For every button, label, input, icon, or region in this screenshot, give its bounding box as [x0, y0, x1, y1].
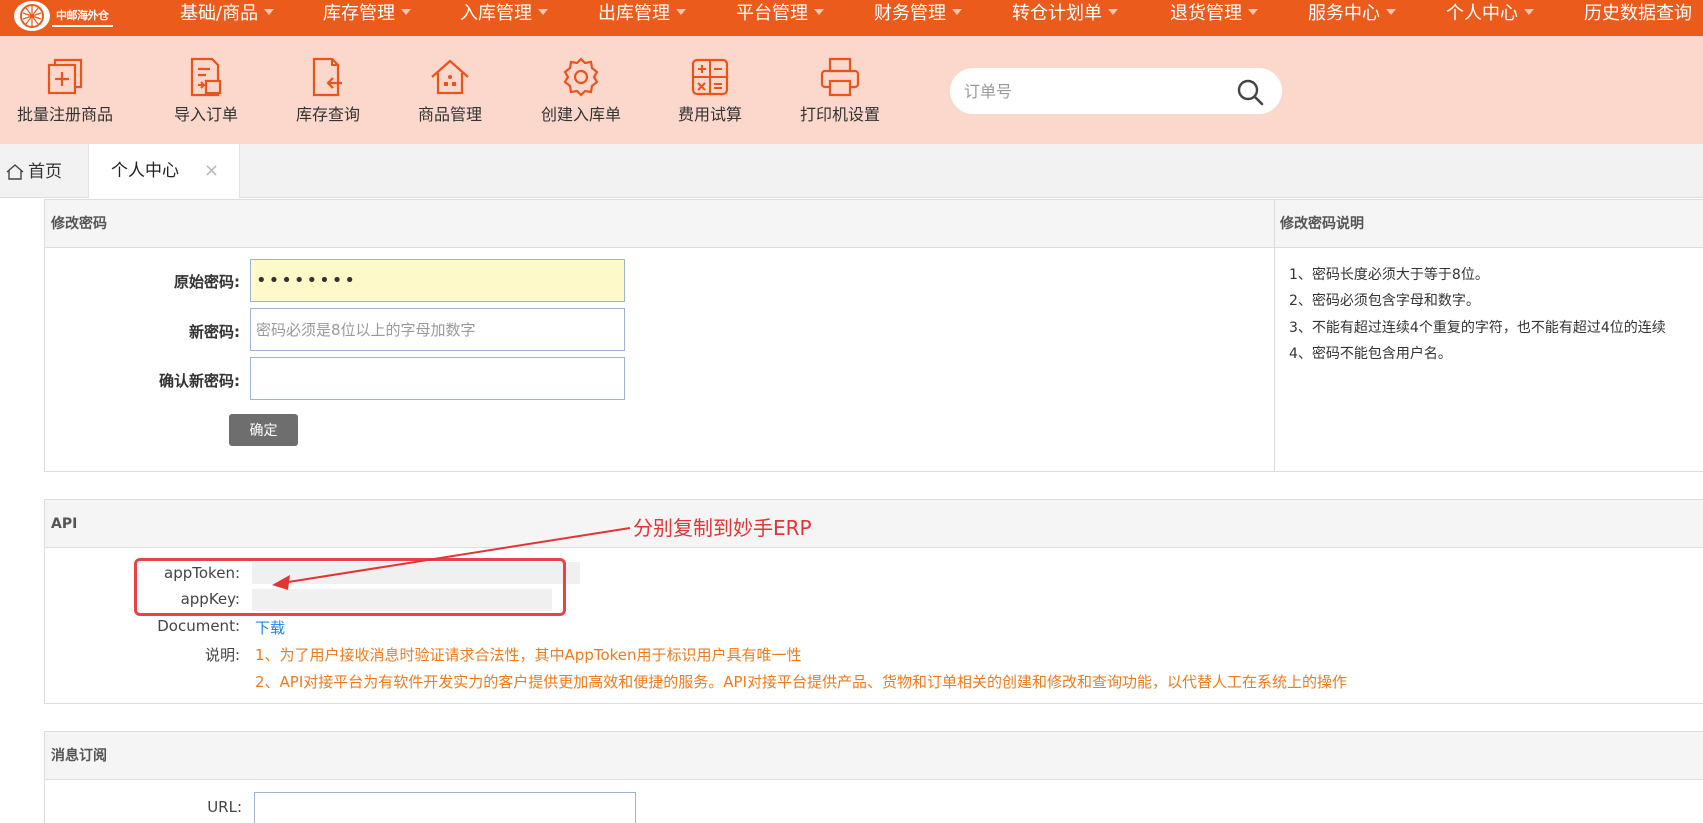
nav-item-inbound[interactable]: 入库管理	[460, 0, 548, 28]
tab-home-label: 首页	[28, 162, 62, 182]
nav-item-label: 出库管理	[598, 3, 670, 24]
batch-register-icon	[47, 58, 83, 95]
tool-label: 费用试算	[677, 105, 742, 124]
tool-import-order[interactable]: 导入订单	[166, 55, 246, 137]
nav-item-label: 转仓计划单	[1012, 3, 1102, 24]
tool-create-inbound[interactable]: 创建入库单	[534, 55, 628, 137]
api-panel-title: API	[51, 516, 78, 532]
password-note-3: 3、不能有超过连续4个重复的字符，也不能有超过4位的连续	[1289, 320, 1666, 336]
nav-item-label: 财务管理	[874, 3, 946, 24]
logo-globe-icon	[14, 1, 50, 31]
logo-text: 中邮海外仓	[52, 5, 113, 27]
old-password-input[interactable]	[250, 259, 625, 302]
nav-item-platform[interactable]: 平台管理	[736, 0, 824, 28]
document-label: Document:	[157, 617, 240, 635]
api-desc-line-1: 1、为了用户接收消息时验证请求合法性，其中AppToken用于标识用户具有唯一性	[255, 646, 802, 664]
tool-label: 导入订单	[173, 105, 238, 124]
nav-item-label: 个人中心	[1446, 3, 1518, 24]
password-note-4: 4、密码不能包含用户名。	[1289, 346, 1452, 362]
confirm-button[interactable]: 确定	[229, 414, 298, 446]
nav-item-history-query[interactable]: 历史数据查询	[1584, 0, 1692, 28]
tool-batch-register[interactable]: 批量注册商品	[12, 55, 118, 137]
caret-down-icon	[538, 9, 548, 15]
confirm-password-label: 确认新密码:	[159, 372, 240, 390]
api-desc-label: 说明:	[204, 646, 240, 664]
nav-item-label: 退货管理	[1170, 3, 1242, 24]
caret-down-icon	[1248, 9, 1258, 15]
calculator-icon	[691, 58, 729, 96]
nav-item-transfer-plan[interactable]: 转仓计划单	[1012, 0, 1118, 28]
tool-label: 批量注册商品	[16, 105, 113, 124]
caret-down-icon	[1386, 9, 1396, 15]
tool-product-manage[interactable]: 商品管理	[410, 55, 490, 137]
nav-item-label: 入库管理	[460, 3, 532, 24]
caret-down-icon	[1524, 9, 1534, 15]
nav-item-label: 历史数据查询	[1584, 3, 1692, 24]
confirm-password-input[interactable]	[250, 357, 625, 400]
caret-down-icon	[814, 9, 824, 15]
password-panel-title: 修改密码	[51, 216, 107, 232]
password-note-header: 修改密码说明	[1274, 200, 1703, 248]
api-panel-header: API	[45, 500, 1703, 548]
top-nav-bar: 中邮海外仓 基础/商品 库存管理 入库管理 出库管理 平台管理 财务管理 转仓计…	[0, 0, 1703, 36]
url-label: URL:	[207, 798, 242, 816]
nav-item-inventory[interactable]: 库存管理	[323, 0, 411, 28]
search-icon[interactable]	[1236, 78, 1264, 106]
product-manage-icon	[431, 59, 469, 95]
tool-label: 商品管理	[417, 105, 482, 124]
tool-label: 创建入库单	[540, 105, 621, 124]
nav-item-label: 平台管理	[736, 3, 808, 24]
new-password-input[interactable]	[250, 308, 625, 351]
close-icon[interactable]: ×	[204, 144, 219, 198]
tab-home[interactable]: 首页	[6, 160, 62, 184]
annotation-text: 分别复制到妙手ERP	[633, 516, 812, 540]
import-order-icon	[190, 57, 222, 97]
printer-icon	[820, 57, 860, 97]
nav-item-service-center[interactable]: 服务中心	[1308, 0, 1396, 28]
order-search-input[interactable]	[964, 76, 1224, 106]
subscribe-panel-header: 消息订阅	[45, 732, 1703, 780]
download-link[interactable]: 下载	[255, 617, 285, 638]
panel-divider	[1274, 200, 1275, 471]
tool-fee-calculator[interactable]: 费用试算	[670, 55, 750, 137]
caret-down-icon	[676, 9, 686, 15]
tab-bar: 首页 个人中心 ×	[0, 144, 1703, 198]
tab-personal-center[interactable]: 个人中心 ×	[88, 144, 240, 198]
password-note-title: 修改密码说明	[1280, 216, 1364, 232]
annotation-highlight-box	[134, 558, 566, 616]
api-desc-line-2: 2、API对接平台为有软件开发实力的客户提供更加高效和便捷的服务。API对接平台…	[255, 673, 1348, 691]
gear-icon	[563, 57, 599, 97]
caret-down-icon	[952, 9, 962, 15]
tab-active-label: 个人中心	[111, 161, 179, 181]
nav-item-returns[interactable]: 退货管理	[1170, 0, 1258, 28]
password-note-1: 1、密码长度必须大于等于8位。	[1289, 267, 1489, 283]
tool-label: 库存查询	[295, 105, 360, 124]
password-note-2: 2、密码必须包含字母和数字。	[1289, 293, 1480, 309]
new-password-label: 新密码:	[189, 323, 240, 341]
caret-down-icon	[264, 9, 275, 15]
nav-item-label: 服务中心	[1308, 3, 1380, 24]
tool-printer-settings[interactable]: 打印机设置	[796, 55, 884, 137]
caret-down-icon	[401, 9, 411, 15]
inventory-query-icon	[312, 57, 342, 97]
subscribe-panel-title: 消息订阅	[51, 748, 107, 764]
nav-item-outbound[interactable]: 出库管理	[598, 0, 686, 28]
old-password-label: 原始密码:	[174, 273, 240, 291]
order-search-box	[950, 68, 1282, 114]
tool-label: 打印机设置	[799, 105, 880, 124]
nav-item-label: 基础/商品	[180, 3, 259, 24]
nav-item-basic-goods[interactable]: 基础/商品	[180, 0, 275, 28]
quick-toolbar: 批量注册商品 导入订单 库存查询 商品管理 创建入库单 费用试算 打印机设置 订…	[0, 36, 1703, 144]
home-icon	[6, 164, 24, 180]
tool-inventory-query[interactable]: 库存查询	[288, 55, 368, 137]
nav-item-label: 库存管理	[323, 3, 395, 24]
url-input[interactable]	[254, 792, 636, 823]
nav-item-finance[interactable]: 财务管理	[874, 0, 962, 28]
caret-down-icon	[1108, 9, 1118, 15]
nav-item-personal-center[interactable]: 个人中心	[1446, 0, 1534, 28]
logo[interactable]: 中邮海外仓	[8, 0, 130, 32]
